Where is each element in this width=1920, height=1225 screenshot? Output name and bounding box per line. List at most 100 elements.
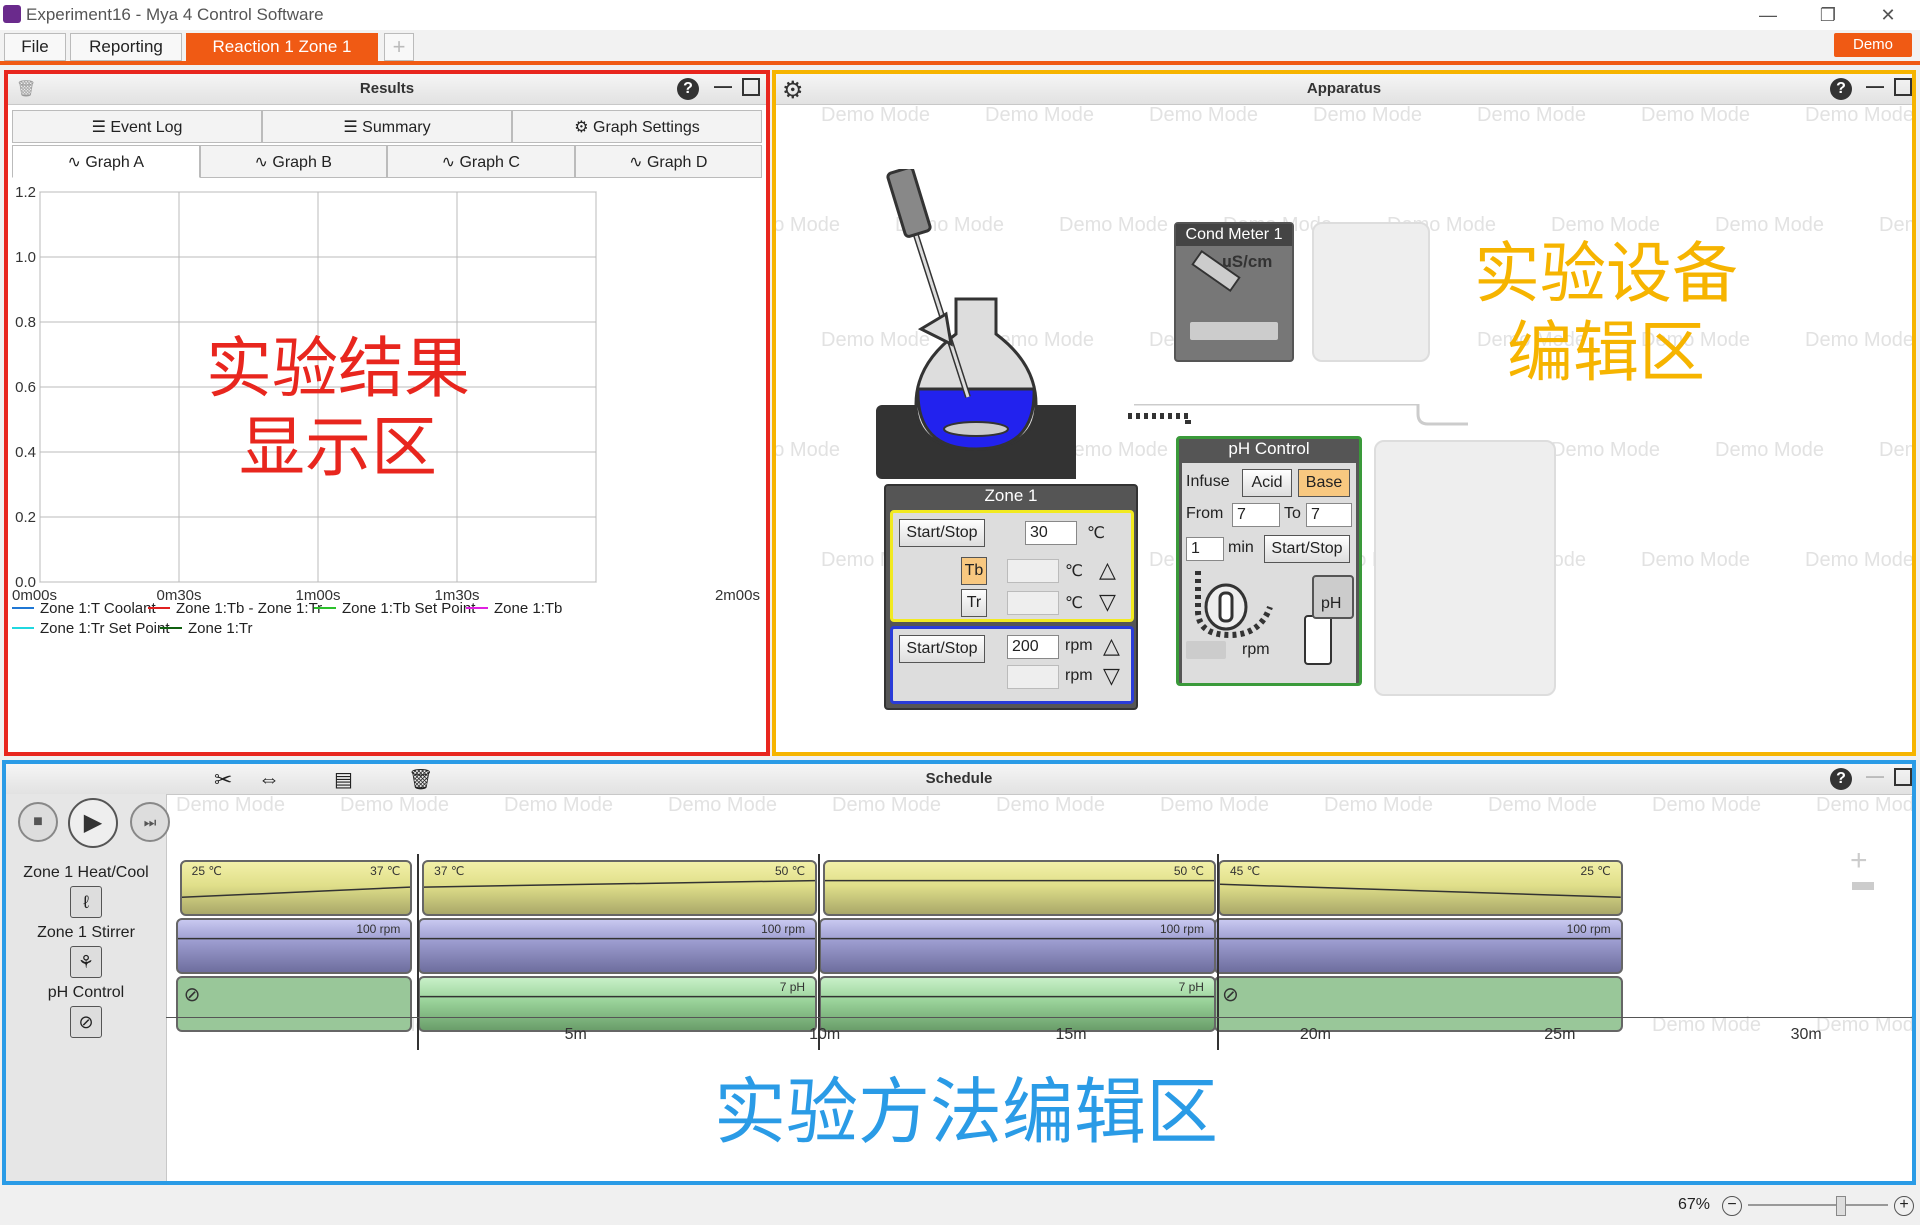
ph-segment[interactable]: 7 pH: [819, 976, 1216, 1032]
insert-icon[interactable]: ▤: [334, 767, 353, 792]
results-header: Results: [8, 74, 766, 105]
ph-probe-box: pH: [1312, 575, 1354, 619]
restore-icon[interactable]: ❐: [1808, 2, 1848, 28]
ph-segment[interactable]: 7 pH: [418, 976, 817, 1032]
add-row-icon[interactable]: +: [1850, 844, 1868, 878]
maximize-panel-icon[interactable]: [742, 78, 760, 96]
segment-end-temp: 37 ℃: [370, 864, 400, 878]
pump-rpm-label: rpm: [1242, 641, 1270, 659]
ph-start-stop-button[interactable]: Start/Stop: [1264, 535, 1350, 563]
heat-segment[interactable]: 45 ℃25 ℃: [1218, 860, 1623, 916]
pump-icon: [1190, 571, 1300, 651]
rpm-actual-field[interactable]: [1007, 665, 1059, 689]
row-label-heatcool: Zone 1 Heat/Cool: [6, 864, 166, 882]
tab-graph-c[interactable]: ∿ Graph C: [387, 145, 575, 178]
help-icon[interactable]: ?: [1830, 768, 1852, 790]
event-log-button[interactable]: ☰ Event Log: [12, 110, 262, 143]
zoom-slider-thumb[interactable]: [1836, 1196, 1846, 1216]
minimize-panel-icon[interactable]: —: [714, 76, 732, 97]
menu-bar: File Reporting Reaction 1 Zone 1 + Demo: [0, 30, 1920, 65]
split-icon[interactable]: ⇔: [258, 766, 280, 792]
from-field[interactable]: 7: [1232, 503, 1280, 527]
stir-segment[interactable]: 100 rpm: [176, 918, 413, 974]
up-arrow-icon[interactable]: △: [1099, 557, 1116, 583]
zone-widget: Zone 1 Start/Stop 30 ℃ Tb ℃ △ Tr ℃ ▽ Sta…: [884, 484, 1138, 710]
minimize-panel-icon[interactable]: —: [1866, 76, 1884, 97]
to-field[interactable]: 7: [1306, 503, 1352, 527]
rpm-unit: rpm: [1065, 637, 1093, 655]
demo-mode-watermark: Demo Mode: [1805, 549, 1914, 572]
y-tick-label: 1.2: [15, 184, 36, 201]
temp-setpoint-field[interactable]: 30: [1025, 521, 1077, 545]
minimize-icon[interactable]: —: [1748, 2, 1788, 28]
tab-graph-d[interactable]: ∿ Graph D: [575, 145, 763, 178]
file-menu[interactable]: File: [4, 33, 66, 61]
stir-segment[interactable]: 100 rpm: [1214, 918, 1623, 974]
stop-icon[interactable]: ■: [18, 802, 58, 842]
heat-segment[interactable]: 50 ℃: [823, 860, 1216, 916]
demo-mode-watermark: Demo Mode: [1805, 104, 1914, 127]
help-icon[interactable]: ?: [677, 78, 699, 100]
rpm-setpoint-field[interactable]: 200: [1007, 635, 1059, 659]
down-arrow-icon[interactable]: ▽: [1099, 589, 1116, 615]
acid-button[interactable]: Acid: [1242, 469, 1292, 497]
settings-gear-icon[interactable]: ⚙: [782, 76, 804, 105]
heat-segment[interactable]: 37 ℃50 ℃: [422, 860, 817, 916]
down-arrow-icon[interactable]: ▽: [1103, 663, 1120, 689]
tr-field[interactable]: [1007, 591, 1059, 615]
base-button[interactable]: Base: [1298, 469, 1350, 497]
stir-start-stop-button[interactable]: Start/Stop: [899, 635, 985, 663]
empty-slot[interactable]: [1374, 440, 1556, 696]
demo-button[interactable]: Demo: [1834, 33, 1912, 57]
add-tab-icon[interactable]: +: [384, 33, 414, 61]
tab-graph-b[interactable]: ∿ Graph B: [200, 145, 388, 178]
schedule-panel: Schedule ✂ ⇔ ▤ 🗑 ? — ■ ▶ ⏭ Zone 1 Heat/C…: [2, 760, 1916, 1185]
reaction-tab[interactable]: Reaction 1 Zone 1: [186, 33, 378, 61]
demo-mode-watermark: Demo Mode: [1805, 329, 1914, 352]
segment-start-temp: 37 ℃: [434, 864, 464, 878]
tb-button[interactable]: Tb: [961, 557, 987, 585]
zoom-in-icon[interactable]: +: [1894, 1196, 1914, 1216]
zoom-out-icon[interactable]: −: [1722, 1196, 1742, 1216]
empty-slot[interactable]: [1312, 222, 1430, 362]
stirrer-icon[interactable]: ⚘: [70, 946, 102, 978]
thermometer-icon[interactable]: ℓ: [70, 886, 102, 918]
min-field[interactable]: 1: [1186, 537, 1224, 561]
segment-start-temp: 25 ℃: [192, 864, 222, 878]
close-icon[interactable]: ✕: [1868, 2, 1908, 28]
results-title: Results: [360, 80, 414, 97]
delete-icon[interactable]: 🗑: [408, 767, 433, 792]
up-arrow-icon[interactable]: △: [1103, 633, 1120, 659]
heat-segment[interactable]: 25 ℃ 37 ℃: [180, 860, 413, 916]
help-icon[interactable]: ?: [1830, 78, 1852, 100]
skip-icon[interactable]: ⏭: [130, 802, 170, 842]
tab-graph-a[interactable]: ∿ Graph A: [12, 145, 200, 178]
setpoint-line: [825, 862, 1214, 914]
tr-unit: ℃: [1065, 593, 1083, 613]
summary-button[interactable]: ☰ Summary: [262, 110, 512, 143]
zoom-slider[interactable]: [1748, 1204, 1888, 1206]
reactor-flask: [876, 169, 1076, 479]
stir-segment[interactable]: 100 rpm: [418, 918, 817, 974]
ph-disabled-icon[interactable]: ⊘: [70, 1006, 102, 1038]
remove-row-icon[interactable]: [1852, 882, 1874, 890]
stir-segment[interactable]: 100 rpm: [819, 918, 1216, 974]
maximize-panel-icon[interactable]: [1894, 78, 1912, 96]
maximize-panel-icon[interactable]: [1894, 768, 1912, 786]
step-marker[interactable]: [1217, 854, 1219, 1050]
minimize-panel-icon[interactable]: —: [1866, 766, 1884, 787]
pump-rpm-field[interactable]: [1186, 641, 1226, 659]
ph-segment[interactable]: ⊘: [1214, 976, 1623, 1032]
step-marker[interactable]: [417, 854, 419, 1050]
scissors-icon[interactable]: ✂: [214, 767, 232, 793]
graph-settings-button[interactable]: ⚙ Graph Settings: [512, 110, 762, 143]
ph-segment[interactable]: ⊘: [176, 976, 413, 1032]
trash-icon[interactable]: 🗑: [16, 79, 36, 97]
schedule-title: Schedule: [926, 770, 993, 787]
step-marker[interactable]: [818, 854, 820, 1050]
play-icon[interactable]: ▶: [68, 798, 118, 848]
reporting-tab[interactable]: Reporting: [70, 33, 182, 61]
tr-button[interactable]: Tr: [961, 589, 987, 617]
tb-field[interactable]: [1007, 559, 1059, 583]
temp-start-stop-button[interactable]: Start/Stop: [899, 519, 985, 547]
